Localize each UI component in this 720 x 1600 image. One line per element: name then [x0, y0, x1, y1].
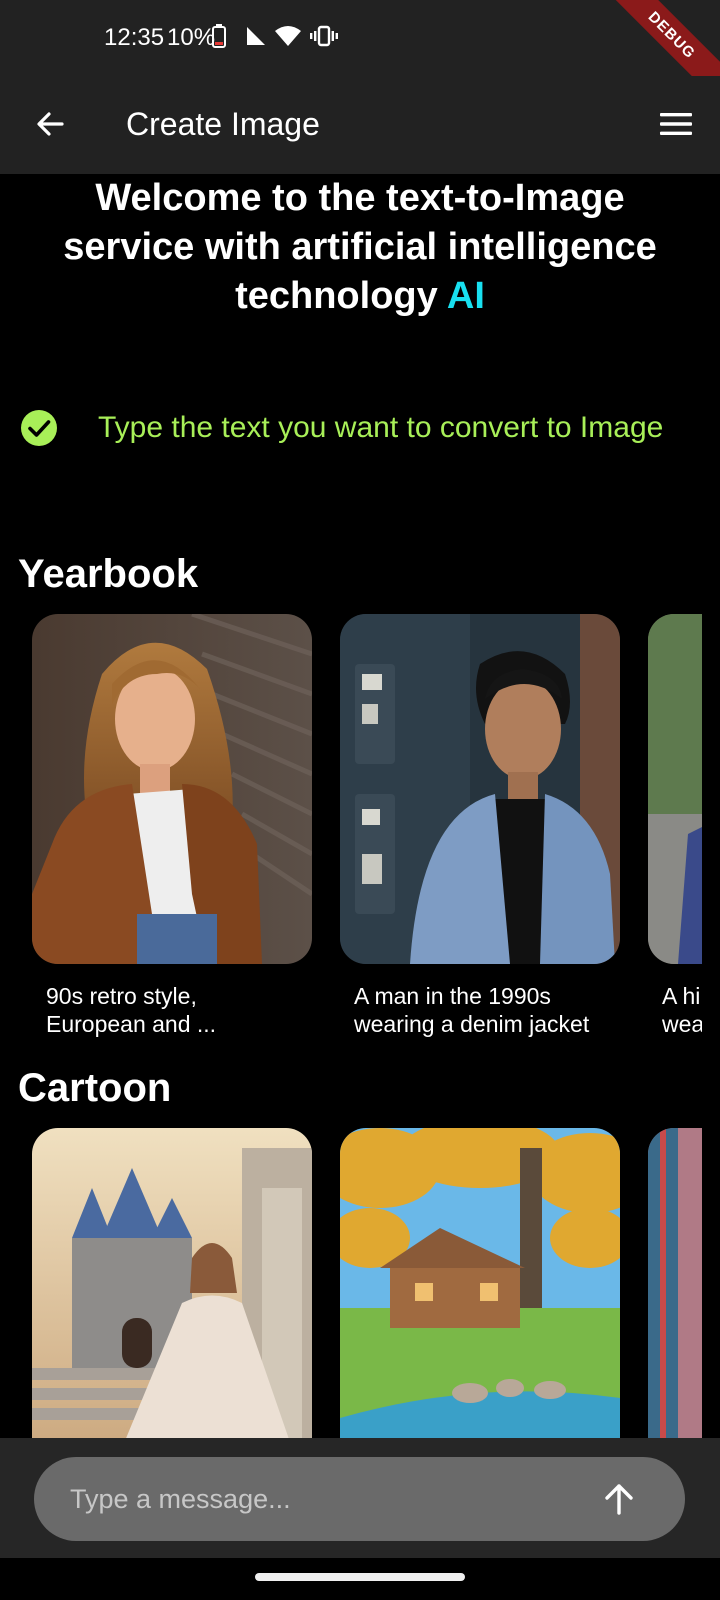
arrow-left-icon [37, 112, 64, 136]
wifi-icon [274, 22, 302, 50]
cartoon-carousel[interactable] [0, 1128, 702, 1438]
app-bar: Create Image [0, 76, 720, 174]
image-card[interactable] [32, 1128, 312, 1438]
status-battery-percent: 10% [167, 24, 216, 51]
send-button[interactable] [593, 1473, 645, 1525]
image-card[interactable]: A hi wea [648, 614, 702, 1038]
image-card[interactable]: A man in the 1990s wearing a denim jacke… [340, 614, 620, 1038]
instruction-text: Type the text you want to convert to Ima… [98, 411, 664, 444]
yearbook-image-woman [32, 614, 312, 964]
yearbook-image-partial [648, 614, 702, 964]
hamburger-menu-icon [660, 113, 692, 135]
card-caption: 90s retro style, European and ... [46, 983, 217, 1037]
back-button[interactable] [28, 102, 72, 146]
message-input[interactable] [70, 1457, 550, 1541]
section-title-yearbook: Yearbook [18, 552, 199, 596]
cartoon-image-partial [648, 1128, 702, 1438]
card-caption: A man in the 1990s wearing a denim jacke… [354, 983, 590, 1037]
home-indicator[interactable] [255, 1573, 465, 1581]
message-composer [0, 1438, 720, 1558]
check-circle-icon [21, 410, 57, 446]
status-bar: 12:35 10% [0, 0, 720, 76]
signal-icon [244, 22, 268, 50]
message-box [34, 1457, 685, 1541]
welcome-heading: Welcome to the text-to-Image service wit… [30, 174, 690, 321]
welcome-ai-highlight: AI [446, 275, 485, 317]
card-caption: A hi wea [662, 983, 702, 1037]
image-card[interactable] [648, 1128, 702, 1438]
instruction-row: Type the text you want to convert to Ima… [20, 408, 663, 448]
image-card[interactable] [340, 1128, 620, 1438]
system-nav-bar [0, 1558, 720, 1600]
battery-icon [210, 22, 228, 50]
welcome-text: Welcome to the text-to-Image service wit… [63, 177, 657, 317]
page-title: Create Image [126, 106, 320, 142]
cartoon-image-castle [32, 1128, 312, 1438]
menu-button[interactable] [654, 102, 698, 146]
yearbook-carousel[interactable]: 90s retro style, European and ... A man … [0, 614, 702, 1044]
arrow-up-icon [605, 1484, 633, 1515]
status-time: 12:35 [104, 24, 165, 51]
vibrate-icon [310, 22, 338, 50]
image-card[interactable]: 90s retro style, European and ... [32, 614, 312, 1038]
yearbook-image-man [340, 614, 620, 964]
section-title-cartoon: Cartoon [18, 1066, 172, 1110]
cartoon-image-cabin [340, 1128, 620, 1438]
